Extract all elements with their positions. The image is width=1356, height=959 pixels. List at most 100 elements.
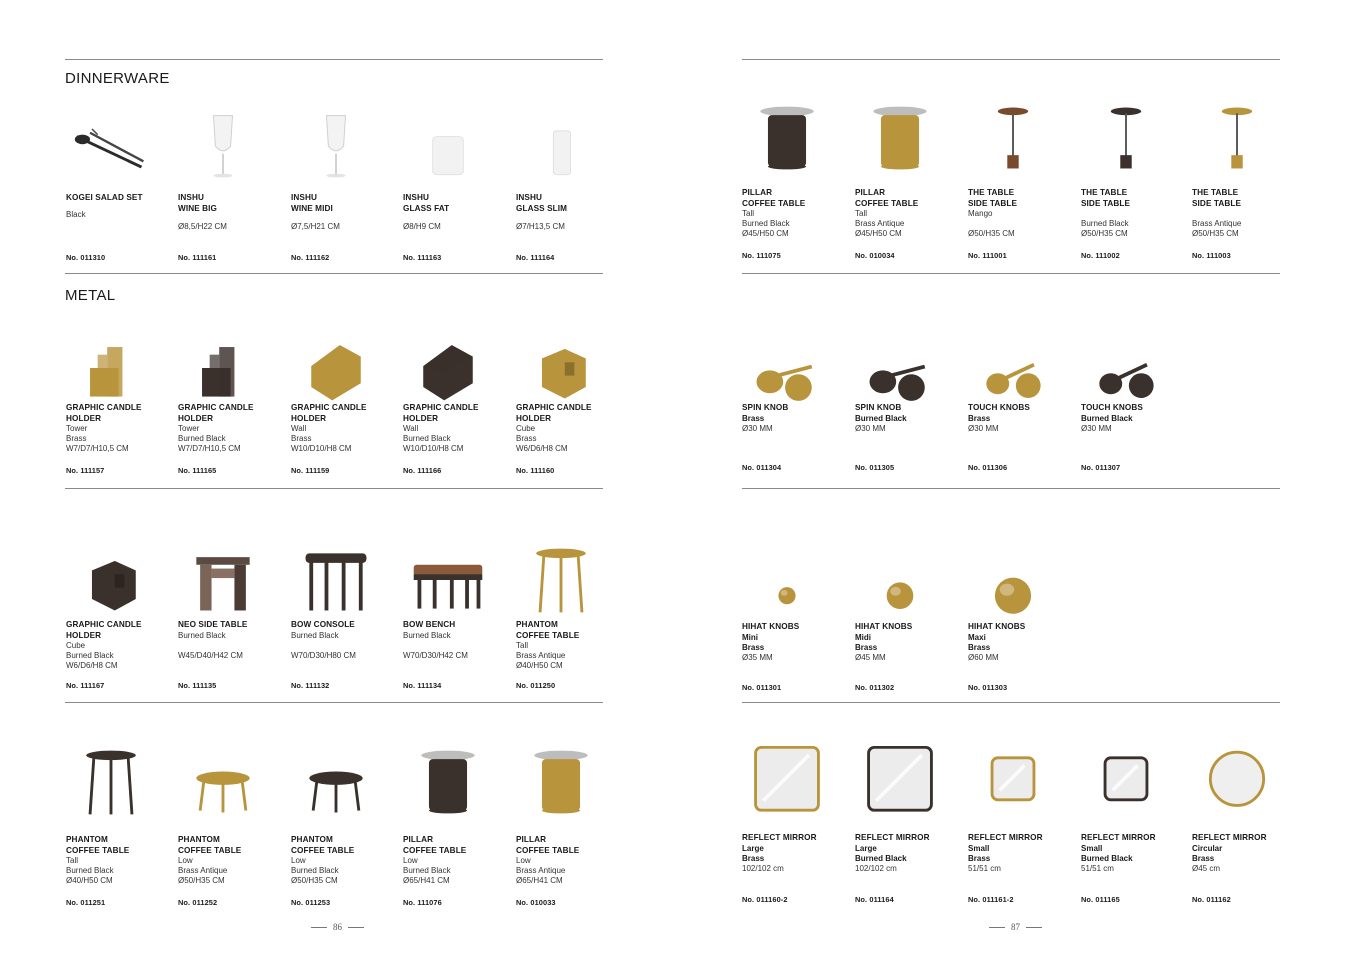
product-name: GRAPHIC CANDLE HOLDER <box>66 620 142 640</box>
product-details: Tall Brass Antique Ø45/H50 CM <box>855 209 905 239</box>
product-details: Low Burned Black Ø50/H35 CM <box>291 856 339 886</box>
row-rule <box>742 273 1280 274</box>
product-variant: Brass <box>968 413 991 423</box>
product-sku: No. 010033 <box>516 898 556 907</box>
product-sku: No. 111163 <box>403 253 442 262</box>
product-details: 102/102 cm <box>855 863 897 873</box>
product-image <box>1081 98 1171 178</box>
product-details: Ø60 MM <box>968 652 999 662</box>
lamp-table-icon <box>997 107 1029 169</box>
product-sku: No. 011252 <box>178 898 218 907</box>
product-name: TOUCH KNOBS <box>1081 403 1143 412</box>
product-name: REFLECT MIRROR <box>855 833 930 842</box>
product-details: Cube Burned Black W6/D6/H8 CM <box>66 641 118 671</box>
product-sku: No. 111157 <box>66 466 105 475</box>
product-details: Ø45 MM <box>855 652 886 662</box>
product-name: KOGEI SALAD SET <box>66 193 143 202</box>
section-title-metal: METAL <box>65 287 116 304</box>
product-sku: No. 111003 <box>1192 251 1231 260</box>
row-rule <box>65 488 603 489</box>
product-image <box>516 540 606 620</box>
tall-table-icon <box>86 750 136 815</box>
product-image <box>66 540 156 620</box>
product-image <box>1192 735 1282 815</box>
product-name: REFLECT MIRROR <box>1081 833 1156 842</box>
product-details: Ø30 MM <box>968 423 999 433</box>
tall-table-icon <box>536 548 586 613</box>
wine-glass-icon <box>325 115 347 178</box>
product-image <box>66 328 156 408</box>
product-sku: No. 111001 <box>968 251 1007 260</box>
product-details: 51/51 cm <box>1081 863 1114 873</box>
product-sku: No. 111076 <box>403 898 442 907</box>
product-image <box>178 328 268 408</box>
product-sku: No. 111165 <box>178 466 217 475</box>
product-image <box>968 550 1058 630</box>
product-image <box>968 98 1058 178</box>
left-page: DINNERWARE METAL KOGEI SALAD SET Black No.… <box>0 0 678 959</box>
product-details: Tower Burned Black W7/D7/H10,5 CM <box>178 424 241 454</box>
product-details: Mango Ø50/H35 CM <box>968 209 1015 239</box>
product-variant: Circular Brass <box>1192 843 1223 863</box>
product-image <box>855 98 945 178</box>
square-mirror-icon <box>990 756 1036 802</box>
product-image <box>968 735 1058 815</box>
product-sku: No. 011307 <box>1081 463 1121 472</box>
product-details: 102/102 cm <box>742 863 784 873</box>
product-image <box>855 550 945 630</box>
product-name: INSHU GLASS FAT <box>403 193 450 213</box>
product-image <box>178 540 268 620</box>
product-name: PHANTOM COFFEE TABLE <box>178 835 242 855</box>
product-details: Ø35 MM <box>742 652 773 662</box>
product-sku: No. 011161-2 <box>968 895 1014 904</box>
product-image <box>742 98 832 178</box>
product-image <box>66 108 156 188</box>
product-name: GRAPHIC CANDLE HOLDER <box>66 403 142 423</box>
product-name: GRAPHIC CANDLE HOLDER <box>291 403 367 423</box>
product-name: REFLECT MIRROR <box>742 833 817 842</box>
product-sku: No. 011162 <box>1192 895 1231 904</box>
product-details: Low Brass Antique Ø50/H35 CM <box>178 856 228 886</box>
row-rule <box>742 702 1280 703</box>
square-mirror-icon <box>754 745 820 812</box>
product-details: Tall Burned Black Ø40/H50 CM <box>66 856 114 886</box>
product-variant: Maxi Brass <box>968 632 991 652</box>
square-mirror-icon <box>867 745 933 812</box>
product-name: PHANTOM COFFEE TABLE <box>66 835 130 855</box>
pillar-table-icon <box>421 750 475 814</box>
product-name: PILLAR COFFEE TABLE <box>516 835 580 855</box>
product-name: PHANTOM COFFEE TABLE <box>516 620 580 640</box>
product-name: THE TABLE SIDE TABLE <box>968 188 1018 208</box>
product-details: Brass Antique Ø50/H35 CM <box>1192 219 1242 239</box>
product-sku: No. 011253 <box>291 898 331 907</box>
product-sku: No. 111160 <box>516 466 555 475</box>
product-details: Ø7,5/H21 CM <box>291 222 340 231</box>
product-sku: No. 011301 <box>742 683 782 692</box>
product-name: INSHU WINE MIDI <box>291 193 333 213</box>
product-variant: Small Burned Black <box>1081 843 1133 863</box>
product-details: Low Burned Black Ø65/H41 CM <box>403 856 451 886</box>
right-page: PILLAR COFFEE TABLE Tall Burned Black Ø45… <box>678 0 1356 959</box>
side-table-icon <box>196 557 250 611</box>
product-sku: No. 111167 <box>66 681 105 690</box>
page-number: 86 <box>311 922 364 932</box>
candle-holder-cube-icon <box>541 348 586 399</box>
product-image <box>516 328 606 408</box>
product-name: SPIN KNOB <box>742 403 789 412</box>
product-details: Wall Brass W10/D10/H8 CM <box>291 424 352 454</box>
hihat-knob-icon <box>886 582 914 610</box>
product-sku: No. 111135 <box>178 681 217 690</box>
product-sku: No. 011305 <box>855 463 895 472</box>
product-name: GRAPHIC CANDLE HOLDER <box>178 403 254 423</box>
top-rule <box>742 59 1280 60</box>
product-variant: Midi Brass <box>855 632 878 652</box>
product-details: Burned Black Ø50/H35 CM <box>1081 219 1129 239</box>
product-sku: No. 111002 <box>1081 251 1120 260</box>
product-details: Burned Black W45/D40/H42 CM <box>178 630 243 660</box>
product-sku: No. 111159 <box>291 466 330 475</box>
product-image <box>742 550 832 630</box>
product-name: REFLECT MIRROR <box>1192 833 1267 842</box>
candle-holder-tower-icon <box>202 347 235 397</box>
candle-holder-cube-icon <box>91 560 136 611</box>
product-name: PILLAR COFFEE TABLE <box>403 835 467 855</box>
